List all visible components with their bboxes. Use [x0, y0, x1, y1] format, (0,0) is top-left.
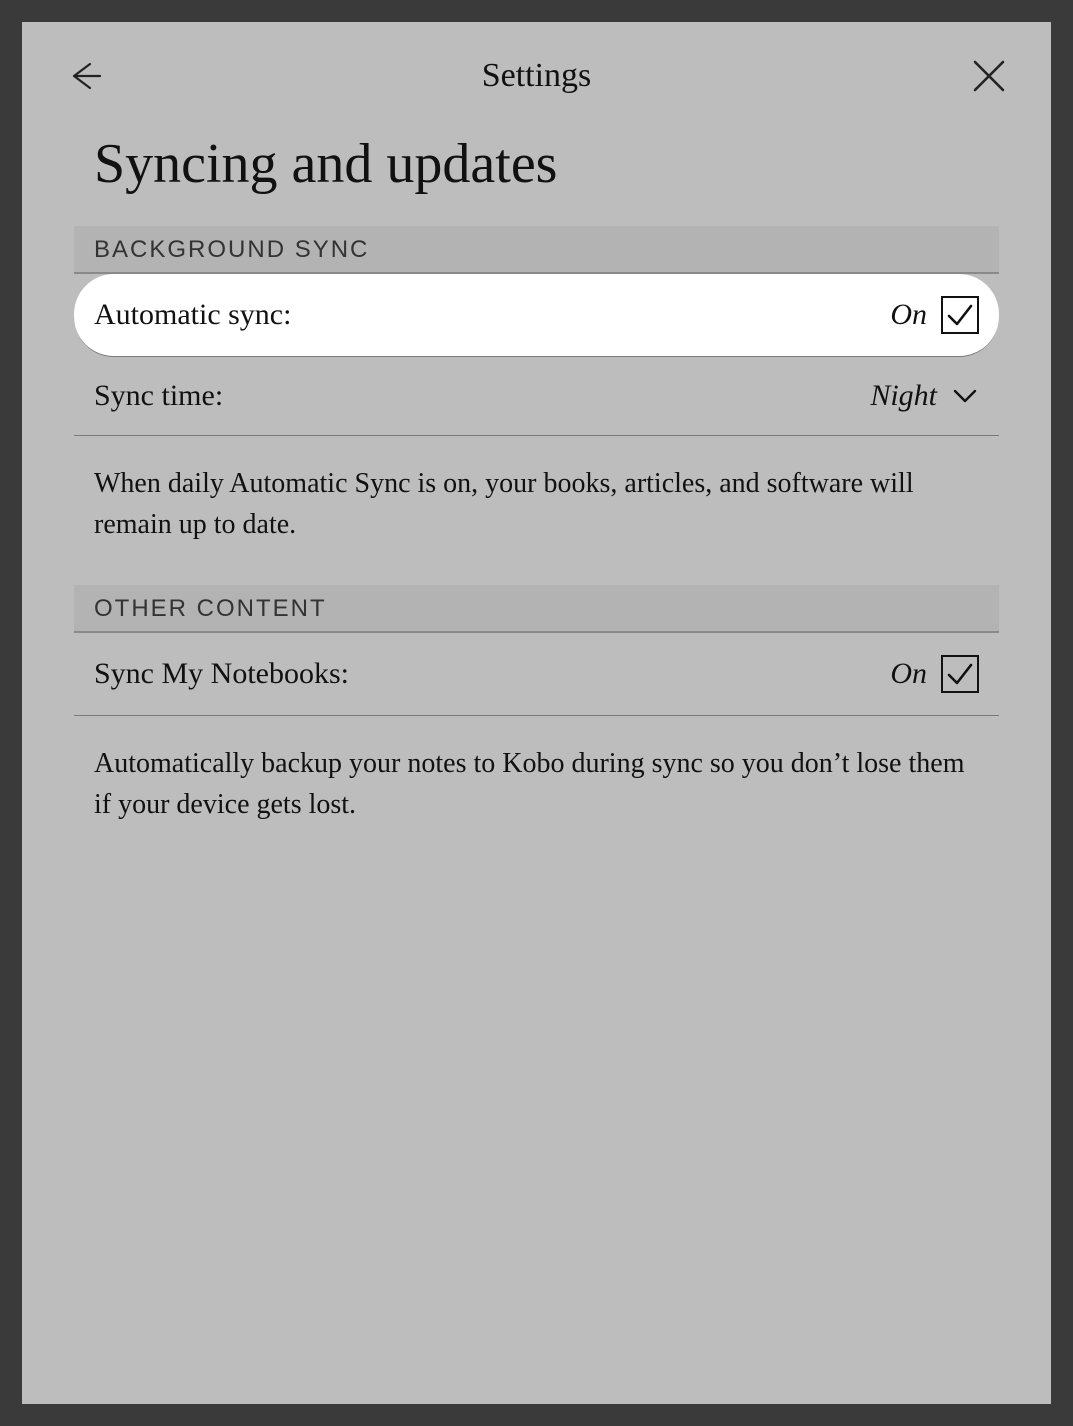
sync-time-row[interactable]: Sync time: Night — [74, 357, 999, 436]
background-sync-description: When daily Automatic Sync is on, your bo… — [74, 436, 999, 585]
close-icon — [971, 58, 1007, 94]
automatic-sync-label: Automatic sync: — [94, 298, 291, 332]
sync-time-value: Night — [870, 379, 937, 413]
check-icon — [945, 659, 975, 689]
automatic-sync-right: On — [890, 296, 979, 334]
sync-notebooks-value: On — [890, 657, 927, 691]
sync-notebooks-row[interactable]: Sync My Notebooks: On — [74, 633, 999, 716]
sync-time-label: Sync time: — [94, 379, 223, 413]
automatic-sync-row[interactable]: Automatic sync: On — [74, 274, 999, 357]
automatic-sync-checkbox[interactable] — [941, 296, 979, 334]
arrow-left-icon — [64, 56, 104, 96]
chevron-down-icon — [951, 382, 979, 410]
back-button[interactable] — [62, 54, 106, 98]
close-button[interactable] — [967, 54, 1011, 98]
automatic-sync-value: On — [890, 298, 927, 332]
page-title: Syncing and updates — [22, 118, 1051, 226]
topbar: Settings — [22, 22, 1051, 118]
sync-time-right: Night — [870, 379, 979, 413]
section-header-background-sync: BACKGROUND SYNC — [74, 226, 999, 274]
sync-notebooks-label: Sync My Notebooks: — [94, 657, 349, 691]
topbar-title: Settings — [482, 57, 592, 95]
sync-notebooks-right: On — [890, 655, 979, 693]
app-frame: Settings Syncing and updates BACKGROUND … — [0, 0, 1073, 1426]
other-content-description: Automatically backup your notes to Kobo … — [74, 716, 999, 865]
check-icon — [945, 300, 975, 330]
sync-notebooks-checkbox[interactable] — [941, 655, 979, 693]
app-panel: Settings Syncing and updates BACKGROUND … — [22, 22, 1051, 1404]
section-header-other-content: OTHER CONTENT — [74, 585, 999, 633]
